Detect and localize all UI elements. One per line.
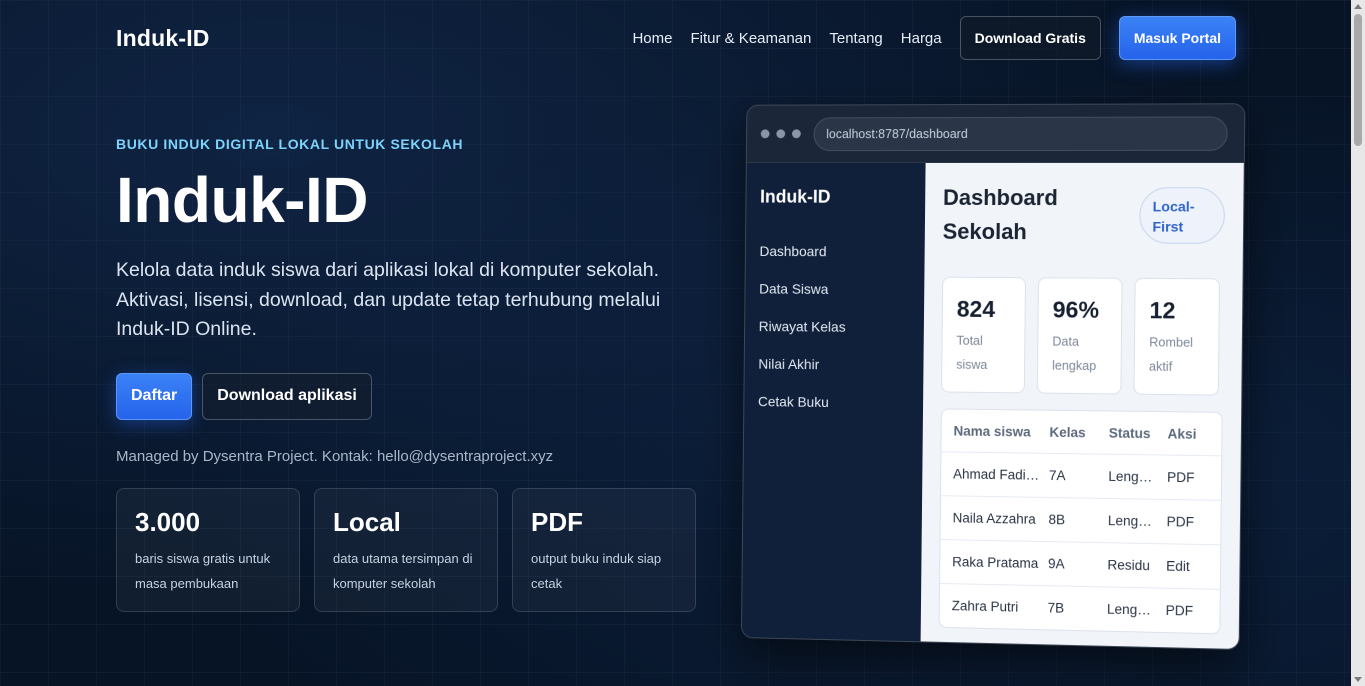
- table-header-cell: Kelas: [1049, 424, 1109, 440]
- mockup-body: Induk-ID Dashboard Data Siswa Riwayat Ke…: [742, 163, 1244, 650]
- table-header-cell: Aksi: [1167, 426, 1208, 442]
- table-cell-action: PDF: [1167, 514, 1208, 530]
- mockup-header: Dashboard Sekolah Local-First: [943, 181, 1226, 250]
- stat-card-rows: 3.000 baris siswa gratis untuk masa pemb…: [116, 488, 300, 612]
- stat-card-pdf: PDF output buku induk siap cetak: [512, 488, 696, 612]
- mockup-sidebar-item-data-siswa: Data Siswa: [759, 281, 910, 298]
- table-cell-name: Raka Pratama: [952, 554, 1048, 571]
- mockup-stat-label: Rombel aktif: [1149, 330, 1204, 379]
- download-gratis-button[interactable]: Download Gratis: [960, 16, 1101, 60]
- table-row: Zahra Putri 7B Leng… PDF: [940, 583, 1220, 633]
- mockup-sidebar-item-riwayat-kelas: Riwayat Kelas: [759, 318, 910, 335]
- table-header-cell: Nama siswa: [953, 423, 1049, 439]
- stat-value: Local: [333, 507, 479, 538]
- table-cell-class: 9A: [1048, 556, 1108, 572]
- nav-link-fitur[interactable]: Fitur & Keamanan: [690, 30, 811, 47]
- mockup-stat-value: 96%: [1053, 296, 1108, 324]
- table-cell-name: Ahmad Fadi…: [953, 466, 1049, 482]
- download-aplikasi-button[interactable]: Download aplikasi: [202, 373, 372, 420]
- table-cell-status: Leng…: [1108, 513, 1167, 529]
- hero-stats: 3.000 baris siswa gratis untuk masa pemb…: [116, 488, 710, 612]
- mockup-student-table: Nama siswa Kelas Status Aksi Ahmad Fadi……: [939, 408, 1223, 634]
- hero-section: BUKU INDUK DIGITAL LOKAL UNTUK SEKOLAH I…: [116, 136, 716, 465]
- hero-eyebrow: BUKU INDUK DIGITAL LOKAL UNTUK SEKOLAH: [116, 136, 716, 152]
- stat-desc: data utama tersimpan di komputer sekolah: [333, 546, 479, 596]
- nav-link-tentang[interactable]: Tentang: [829, 30, 882, 47]
- hero-description: Kelola data induk siswa dari aplikasi lo…: [116, 256, 676, 345]
- window-dot-icon: [792, 129, 801, 138]
- mockup-stat-card: 12 Rombel aktif: [1133, 278, 1220, 396]
- mockup-stat-card: 824 Total siswa: [941, 277, 1026, 394]
- window-dot-icon: [776, 129, 785, 138]
- nav-link-harga[interactable]: Harga: [901, 30, 942, 47]
- table-cell-status: Leng…: [1107, 602, 1166, 618]
- table-header-row: Nama siswa Kelas Status Aksi: [941, 409, 1221, 455]
- mockup-sidebar-item-cetak-buku: Cetak Buku: [758, 393, 909, 411]
- window-dot-icon: [761, 129, 770, 138]
- mockup-url-bar: localhost:8787/dashboard: [813, 116, 1228, 151]
- table-header-cell: Status: [1109, 425, 1168, 441]
- stat-card-local: Local data utama tersimpan di komputer s…: [314, 488, 498, 612]
- brand-logo[interactable]: Induk-ID: [116, 25, 210, 52]
- table-cell-action: Edit: [1166, 558, 1207, 574]
- scroll-down-arrow-icon[interactable]: [1354, 677, 1362, 682]
- page-scrollbar[interactable]: [1351, 0, 1365, 686]
- hero-title: Induk-ID: [116, 168, 716, 232]
- mockup-stat-card: 96% Data lengkap: [1037, 277, 1123, 394]
- app-mockup-window: localhost:8787/dashboard Induk-ID Dashbo…: [741, 103, 1245, 650]
- mockup-sidebar-item-nilai-akhir: Nilai Akhir: [758, 356, 909, 373]
- hero-cta-row: Daftar Download aplikasi: [116, 373, 716, 420]
- nav-links: Home Fitur & Keamanan Tentang Harga Down…: [632, 16, 1236, 60]
- mockup-stat-label: Total siswa: [956, 329, 1010, 377]
- managed-by-text: Managed by Dysentra Project. Kontak: hel…: [116, 448, 716, 465]
- table-row: Raka Pratama 9A Residu Edit: [940, 539, 1220, 589]
- table-cell-action: PDF: [1167, 470, 1208, 486]
- stat-value: 3.000: [135, 507, 281, 538]
- table-cell-name: Zahra Putri: [952, 598, 1048, 615]
- table-cell-class: 7A: [1049, 468, 1109, 484]
- stat-value: PDF: [531, 507, 677, 538]
- table-cell-class: 8B: [1048, 512, 1108, 528]
- table-cell-status: Leng…: [1108, 469, 1167, 485]
- table-row: Naila Azzahra 8B Leng… PDF: [941, 495, 1221, 544]
- mockup-stats: 824 Total siswa 96% Data lengkap 12 Romb…: [941, 277, 1224, 396]
- mockup-stat-value: 12: [1149, 297, 1204, 325]
- local-first-badge: Local-First: [1139, 187, 1225, 244]
- stat-desc: output buku induk siap cetak: [531, 546, 677, 596]
- table-cell-name: Naila Azzahra: [953, 510, 1049, 527]
- table-cell-status: Residu: [1107, 557, 1166, 573]
- masuk-portal-button[interactable]: Masuk Portal: [1119, 16, 1236, 60]
- scrollbar-thumb[interactable]: [1354, 14, 1362, 146]
- mockup-stat-value: 824: [957, 296, 1011, 323]
- nav-link-home[interactable]: Home: [632, 30, 672, 47]
- table-cell-action: PDF: [1166, 603, 1207, 619]
- mockup-main: Dashboard Sekolah Local-First 824 Total …: [921, 163, 1244, 650]
- mockup-sidebar-item-dashboard: Dashboard: [759, 243, 910, 260]
- mockup-sidebar-brand: Induk-ID: [760, 187, 911, 208]
- scroll-up-arrow-icon[interactable]: [1354, 4, 1362, 9]
- mockup-title: Dashboard Sekolah: [943, 181, 1094, 249]
- stat-desc: baris siswa gratis untuk masa pembukaan: [135, 546, 281, 596]
- table-row: Ahmad Fadi… 7A Leng… PDF: [941, 451, 1221, 500]
- top-navbar: Induk-ID Home Fitur & Keamanan Tentang H…: [116, 16, 1236, 60]
- mockup-stat-label: Data lengkap: [1052, 330, 1107, 379]
- mockup-sidebar: Induk-ID Dashboard Data Siswa Riwayat Ke…: [742, 163, 926, 643]
- table-cell-class: 7B: [1048, 600, 1108, 616]
- mockup-titlebar: localhost:8787/dashboard: [747, 104, 1245, 163]
- daftar-button[interactable]: Daftar: [116, 373, 192, 420]
